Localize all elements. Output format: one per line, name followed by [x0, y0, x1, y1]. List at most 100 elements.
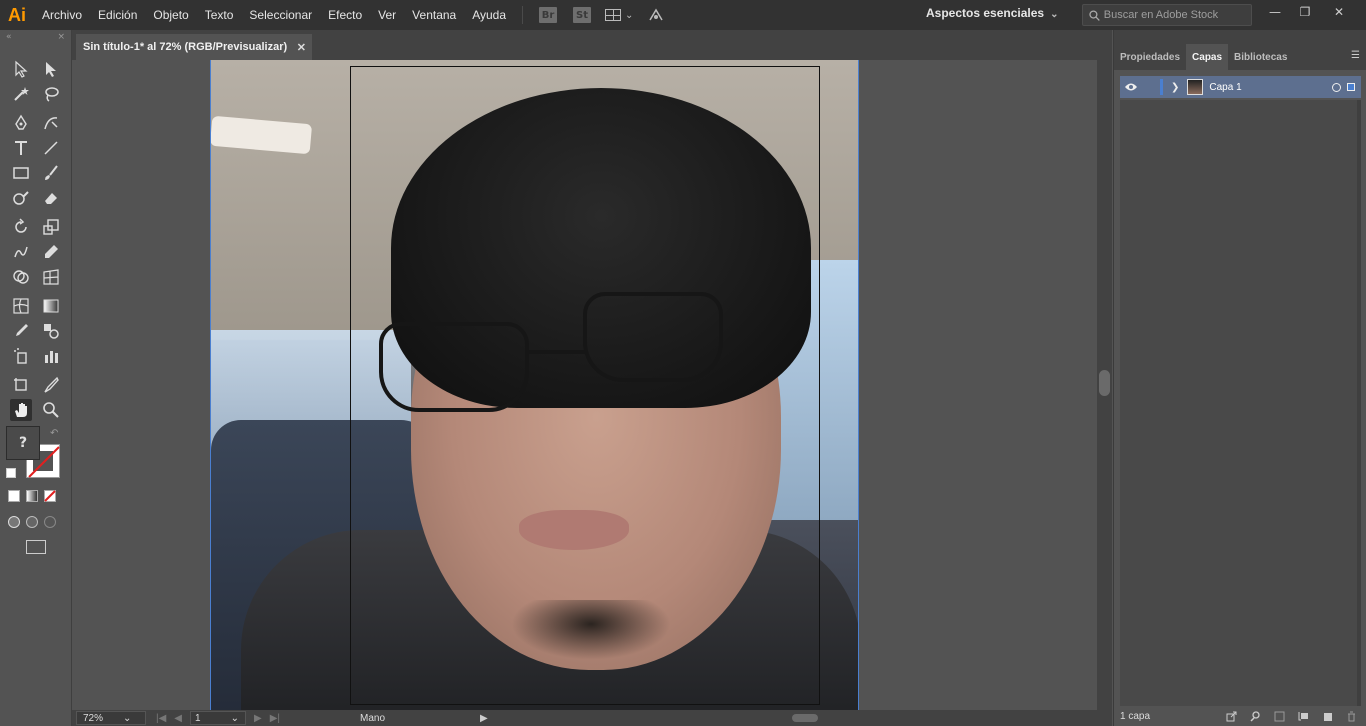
selection-tool-icon[interactable] [10, 58, 32, 80]
artboard-navigation: |◀ ◀ 1 ⌄ ▶ ▶| [156, 711, 280, 725]
visibility-eye-icon[interactable] [1120, 82, 1142, 92]
layer-target-icon[interactable] [1332, 82, 1341, 92]
puppet-warp-icon[interactable] [40, 241, 62, 263]
gradient-tool-icon[interactable] [40, 295, 62, 317]
selection-indicator-icon[interactable] [1347, 83, 1355, 91]
close-tab-icon[interactable]: ✕ [297, 41, 306, 54]
screen-mode-icon[interactable] [26, 540, 46, 554]
rectangle-tool-icon[interactable] [10, 162, 32, 184]
horizontal-scroll-thumb[interactable] [792, 714, 818, 722]
collapse-icon[interactable]: « [6, 32, 12, 42]
gradient-mode-icon[interactable] [26, 490, 38, 502]
color-mode-icon[interactable] [8, 490, 20, 502]
close-panel-icon[interactable]: × [57, 32, 65, 42]
delete-icon[interactable] [1345, 710, 1357, 722]
expand-layer-icon[interactable]: ❯ [1171, 82, 1179, 93]
mesh-tool-icon[interactable] [10, 295, 32, 317]
prev-page-icon[interactable]: ◀ [174, 713, 182, 724]
swap-colors-icon[interactable]: ↶ [50, 428, 58, 439]
artboard-outline [350, 66, 820, 705]
none-mode-icon[interactable] [44, 490, 56, 502]
arrange-documents-button[interactable]: ⌄ [605, 9, 633, 21]
tab-bibliotecas[interactable]: Bibliotecas [1228, 44, 1293, 70]
line-tool-icon[interactable] [40, 137, 62, 159]
vertical-scrollbar[interactable] [1097, 60, 1112, 710]
stock-search-input[interactable] [1103, 9, 1251, 21]
clipping-mask-icon[interactable] [1273, 710, 1285, 722]
menu-efecto[interactable]: Efecto [320, 0, 370, 30]
new-layer-icon[interactable] [1321, 710, 1333, 722]
canvas[interactable] [72, 60, 1097, 710]
menu-edicion[interactable]: Edición [90, 0, 145, 30]
menu-ventana[interactable]: Ventana [404, 0, 464, 30]
column-graph-icon[interactable] [40, 345, 62, 367]
artboard-tool-icon[interactable] [10, 374, 32, 396]
zoom-select[interactable]: 72% ⌄ [76, 711, 146, 725]
new-sublayer-icon[interactable] [1297, 710, 1309, 722]
no-color-slash-icon [28, 446, 60, 478]
paintbrush-icon[interactable] [40, 162, 62, 184]
close-window-button[interactable]: ✕ [1322, 0, 1356, 24]
shape-builder-icon[interactable] [10, 266, 32, 288]
vertical-scroll-thumb[interactable] [1099, 370, 1110, 396]
fill-stroke-swatches[interactable]: ? ↶ [6, 426, 66, 486]
curvature-tool-icon[interactable] [40, 112, 62, 134]
draw-inside-icon[interactable] [44, 516, 56, 528]
type-tool-icon[interactable] [10, 137, 32, 159]
status-menu-icon[interactable]: ▶ [480, 713, 488, 724]
menu-divider [522, 6, 524, 24]
default-colors-icon[interactable] [6, 468, 16, 478]
rotate-tool-icon[interactable] [10, 216, 32, 238]
export-icon[interactable] [1225, 710, 1237, 722]
tab-capas[interactable]: Capas [1186, 44, 1229, 70]
stock-search[interactable] [1082, 4, 1252, 26]
next-page-icon[interactable]: ▶ [254, 713, 262, 724]
horizontal-scrollbar[interactable] [512, 714, 1092, 722]
minimize-button[interactable]: — [1258, 0, 1292, 24]
workspace-label: Aspectos esenciales [926, 6, 1045, 20]
menu-seleccionar[interactable]: Seleccionar [241, 0, 320, 30]
workspace-switcher[interactable]: Aspectos esenciales ⌄ [926, 6, 1058, 20]
scale-tool-icon[interactable] [40, 216, 62, 238]
document-tab[interactable]: Sin título-1* al 72% (RGB/Previsualizar)… [76, 34, 312, 60]
draw-behind-icon[interactable] [26, 516, 38, 528]
last-page-icon[interactable]: ▶| [270, 713, 280, 724]
search-icon [1089, 9, 1100, 21]
bridge-button[interactable]: Br [539, 7, 558, 23]
restore-button[interactable]: ❐ [1288, 0, 1322, 24]
magic-wand-icon[interactable] [10, 83, 32, 105]
stock-button[interactable]: St [573, 7, 592, 23]
gpu-performance-icon[interactable] [647, 6, 665, 24]
stroke-swatch[interactable] [26, 444, 60, 478]
layer-name[interactable]: Capa 1 [1209, 82, 1241, 93]
chevron-down-icon: ⌄ [625, 9, 634, 21]
layer-row[interactable]: ❯ Capa 1 [1120, 76, 1361, 98]
lasso-icon[interactable] [40, 83, 62, 105]
eyedropper-icon[interactable] [10, 320, 32, 342]
first-page-icon[interactable]: |◀ [156, 713, 166, 724]
menu-objeto[interactable]: Objeto [145, 0, 196, 30]
menu-ayuda[interactable]: Ayuda [464, 0, 514, 30]
pen-tool-icon[interactable] [10, 112, 32, 134]
menu-archivo[interactable]: Archivo [34, 0, 90, 30]
warp-tool-icon[interactable] [10, 241, 32, 263]
eraser-icon[interactable] [40, 187, 62, 209]
menu-texto[interactable]: Texto [197, 0, 242, 30]
draw-normal-icon[interactable] [8, 516, 20, 528]
tab-propiedades[interactable]: Propiedades [1114, 44, 1186, 70]
chevron-down-icon: ⌄ [123, 712, 132, 724]
panel-grip[interactable]: «× [0, 30, 71, 44]
direct-selection-tool-icon[interactable] [40, 58, 62, 80]
locate-object-icon[interactable] [1249, 710, 1261, 722]
zoom-tool-icon[interactable] [40, 399, 62, 421]
layers-scrollbar[interactable] [1357, 100, 1361, 706]
shaper-tool-icon[interactable] [10, 187, 32, 209]
menu-ver[interactable]: Ver [370, 0, 404, 30]
panel-menu-icon[interactable]: ☰ [1351, 50, 1360, 61]
symbol-sprayer-icon[interactable] [10, 345, 32, 367]
slice-tool-icon[interactable] [40, 374, 62, 396]
perspective-grid-icon[interactable] [40, 266, 62, 288]
page-select[interactable]: 1 ⌄ [190, 711, 246, 725]
hand-tool-icon[interactable] [9, 398, 32, 421]
blend-tool-icon[interactable] [40, 320, 62, 342]
